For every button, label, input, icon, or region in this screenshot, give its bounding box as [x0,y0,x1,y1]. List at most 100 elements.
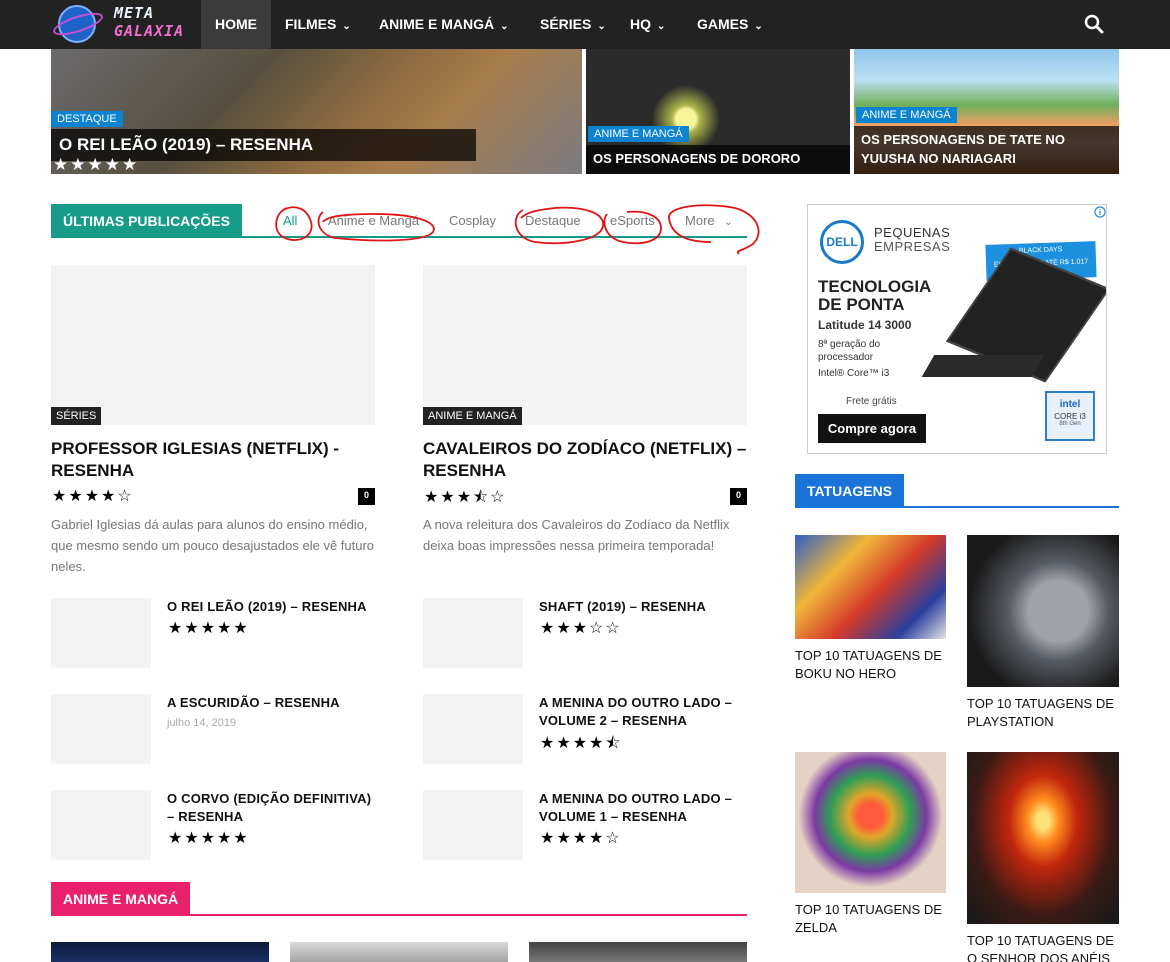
rating-stars: ★★★★★ [168,620,250,637]
tattoo-caption[interactable]: TOP 10 TATUAGENS DE O SENHOR DOS ANÉIS [967,932,1119,962]
section-title: ANIME E MANGÁ [51,882,191,916]
ad-shipping: Frete grátis [846,396,897,407]
section-title: ÚLTIMAS PUBLICAÇÕES [51,204,242,238]
nav-anime-manga[interactable]: ANIME E MANGÁ ⌄ [365,0,523,49]
nav-label: FILMES [285,16,337,32]
anime-post-thumbnail[interactable] [529,942,747,962]
rating-stars: ★★★☆☆ [540,620,622,637]
list-item-thumbnail[interactable] [423,598,523,668]
list-item-thumbnail[interactable] [51,790,151,860]
ad-headline2: DE PONTA [818,295,905,314]
chevron-down-icon: ⌄ [500,21,509,32]
ad-spec: 8ª geração do [818,339,881,350]
comment-count[interactable]: 0 [358,488,375,505]
nav-label: SÉRIES [540,16,592,32]
chevron-down-icon: ⌄ [657,21,666,32]
logo-text-meta: META [114,4,155,22]
rating-stars: ★★★★☆ [540,830,622,847]
category-label[interactable]: ANIME E MANGÁ [423,407,522,425]
nav-label: HOME [215,16,257,32]
rating-stars: ★★★★★ [168,830,250,847]
intel-text: intel [1059,399,1081,410]
featured-title[interactable]: CAVALEIROS DO ZODÍACO (NETFLIX) – RESENH… [423,438,747,482]
list-item-thumbnail[interactable] [51,694,151,764]
intel-badge: intel CORE i3 8th Gen [1045,391,1095,441]
dell-logo: DELL [820,220,864,264]
nav-home[interactable]: HOME [201,0,271,49]
anime-manga-header: ANIME E MANGÁ [51,882,747,916]
section-rule [51,914,747,916]
dell-advertisement[interactable]: DELL PEQUENAS EMPRESAS BLACK DAYS ECONOM… [807,204,1107,454]
ad-line1: PEQUENAS [874,225,951,240]
featured-thumbnail[interactable]: SÉRIES [51,265,375,425]
nav-label: GAMES [697,16,749,32]
search-icon[interactable] [1084,14,1104,34]
tattoo-image-senhor-dos-aneis[interactable] [967,752,1119,924]
list-item-thumbnail[interactable] [51,598,151,668]
ad-spec: Intel® Core™ i3 [818,368,890,379]
badge-text: BLACK DAYS [1018,246,1063,255]
hero-card-title[interactable]: OS PERSONAGENS DE DORORO [586,145,850,174]
red-annotation-marks [275,204,760,255]
hero-card-tate-no-yuusha[interactable]: ANIME E MANGÁ OS PERSONAGENS DE TATE NO … [854,49,1119,174]
nav-hq[interactable]: HQ ⌄ [616,0,679,49]
info-icon[interactable] [1094,206,1106,218]
hero-card-title[interactable]: OS PERSONAGENS DE TATE NO YUUSHA NO NARI… [854,126,1119,174]
hero-category-badge[interactable]: DESTAQUE [51,111,123,127]
ad-headline1: TECNOLOGIA [818,277,932,296]
featured-thumbnail[interactable]: ANIME E MANGÁ [423,265,747,425]
ad-line2: EMPRESAS [874,239,951,254]
list-item-title[interactable]: O REI LEÃO (2019) – RESENHA [167,598,377,616]
rating-stars: ★★★★⯪ [540,735,623,752]
tattoo-caption[interactable]: TOP 10 TATUAGENS DE PLAYSTATION [967,695,1119,731]
list-item-title[interactable]: A MENINA DO OUTRO LADO – VOLUME 1 – RESE… [539,790,744,826]
chevron-down-icon: ⌄ [597,21,606,32]
rating-stars: ★★★★☆ [52,488,134,505]
site-logo[interactable]: META GALAXIA [50,2,192,46]
nav-label: HQ [630,16,651,32]
tattoo-image-playstation[interactable] [967,535,1119,687]
list-item-title[interactable]: A MENINA DO OUTRO LADO – VOLUME 2 – RESE… [539,694,744,730]
top-navbar: META GALAXIA HOME FILMES ⌄ ANIME E MANGÁ ⌄… [0,0,1170,49]
list-item-title[interactable]: O CORVO (EDIÇÃO DEFINITIVA) – RESENHA [167,790,382,826]
tattoo-image-zelda[interactable] [795,752,946,893]
intel-text: CORE i3 [1054,412,1086,421]
logo-text-galaxia: GALAXIA [114,22,185,40]
list-item-thumbnail[interactable] [423,790,523,860]
category-label[interactable]: SÉRIES [51,407,102,425]
rating-stars: ★★★⯪☆ [424,489,507,506]
nav-label: ANIME E MANGÁ [379,16,495,32]
hero-title-text: OS PERSONAGENS DE DORORO [593,151,801,166]
hero-rating-stars: ★★★★★ [53,155,140,174]
ad-model: Latitude 14 3000 [818,318,912,332]
section-title: TATUAGENS [795,474,905,508]
section-rule [795,506,1119,508]
tattoo-caption[interactable]: TOP 10 TATUAGENS DE BOKU NO HERO [795,647,946,683]
nav-games[interactable]: GAMES ⌄ [683,0,777,49]
hero-title-text: OS PERSONAGENS DE TATE NO YUUSHA NO NARI… [861,132,1065,166]
hero-main-card[interactable]: DESTAQUE O REI LEÃO (2019) – RESENHA ★★★… [51,49,582,174]
intel-text: 8th Gen [1059,421,1081,427]
tattoo-caption[interactable]: TOP 10 TATUAGENS DE ZELDA [795,901,946,937]
hero-title-text: O REI LEÃO (2019) – RESENHA [59,135,314,154]
featured-title[interactable]: PROFESSOR IGLESIAS (NETFLIX) - RESENHA [51,438,375,482]
ad-cta-button[interactable]: Compre agora [818,414,926,443]
anime-post-thumbnail[interactable] [51,942,269,962]
featured-excerpt: A nova releitura dos Cavaleiros do Zodía… [423,517,730,553]
laptop-base-image [921,355,1045,377]
nav-series[interactable]: SÉRIES ⌄ [526,0,620,49]
chevron-down-icon: ⌄ [754,21,763,32]
tattoos-header: TATUAGENS [795,474,1119,508]
tattoo-image-boku-no-hero[interactable] [795,535,946,639]
hero-category-badge[interactable]: ANIME E MANGÁ [856,107,957,123]
hero-card-dororo[interactable]: ANIME E MANGÁ OS PERSONAGENS DE DORORO [586,49,850,174]
nav-filmes[interactable]: FILMES ⌄ [271,0,365,49]
post-date: julho 14, 2019 [167,717,237,729]
ad-spec: processador [818,352,874,363]
list-item-thumbnail[interactable] [423,694,523,764]
list-item-title[interactable]: SHAFT (2019) – RESENHA [539,598,744,616]
anime-post-thumbnail[interactable] [290,942,508,962]
hero-category-badge[interactable]: ANIME E MANGÁ [588,126,689,142]
comment-count[interactable]: 0 [730,488,747,505]
list-item-title[interactable]: A ESCURIDÃO – RESENHA [167,694,377,712]
